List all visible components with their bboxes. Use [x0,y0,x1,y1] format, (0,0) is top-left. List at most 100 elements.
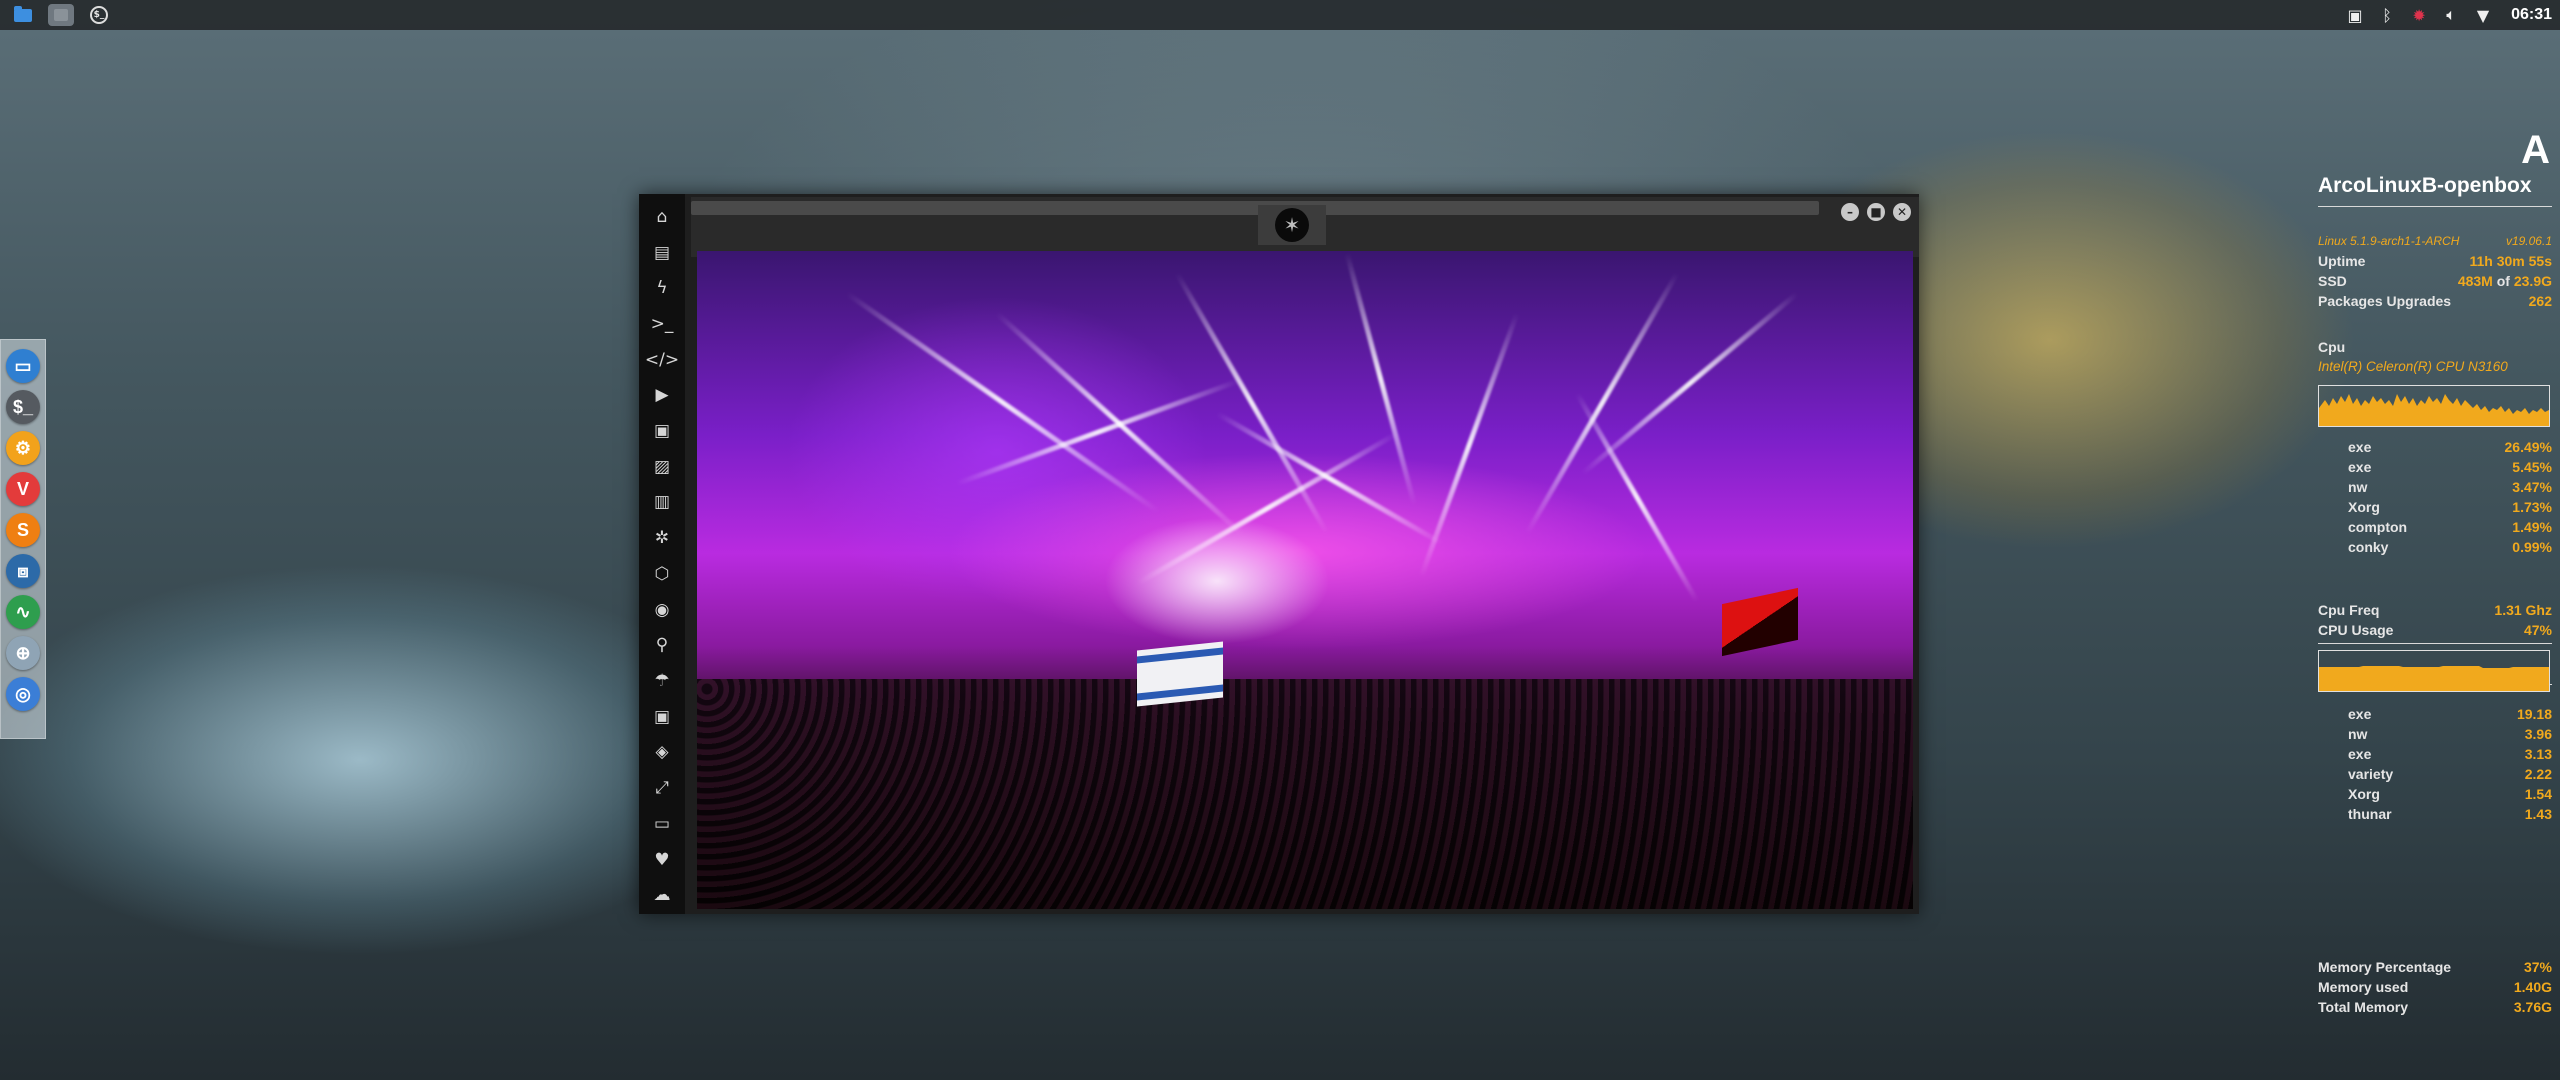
flag-image [1137,641,1223,707]
maximize-button[interactable]: ■ [1867,203,1885,221]
process-name: Xorg [2348,786,2380,802]
code-icon[interactable]: </> [645,343,679,377]
document-icon[interactable]: ▤ [647,236,677,270]
tag-icon[interactable]: ◈ [647,736,677,770]
process-value: 0.99% [2512,539,2552,555]
cpu-freq-row: Cpu Freq 1.31 Ghz [2318,602,2552,618]
memory-percentage-row: Memory Percentage 37% [2318,959,2552,975]
chromium-icon[interactable]: ◎ [6,677,40,711]
process-value: 2.22 [2524,766,2552,782]
memory-process-row: nw 3.96 [2318,726,2552,742]
kernel-row: Linux 5.1.9-arch1-1-ARCH v19.06.1 [2318,234,2552,248]
search-icon[interactable]: ⚲ [647,628,677,662]
network-icon[interactable]: ⊕ [6,636,40,670]
close-button[interactable]: ✕ [1893,203,1911,221]
globe-icon[interactable]: ◉ [647,593,677,627]
system-monitor-icon[interactable]: ∿ [6,595,40,629]
process-name: Xorg [2348,499,2380,515]
process-value: 3.13 [2524,746,2552,762]
process-name: variety [2348,766,2394,782]
hostname: ArcoLinuxB-openbox [2318,174,2532,197]
terminal-icon[interactable]: $_ [86,4,112,26]
memory-process-row: Xorg 1.54 [2318,786,2552,802]
minimize-button[interactable]: – [1841,203,1859,221]
process-name: exe [2348,439,2372,455]
process-name: nw [2348,479,2368,495]
settings-icon[interactable]: ✲ [647,521,677,555]
cpu-graph [2318,385,2550,427]
clock[interactable]: 06:31 [2511,6,2552,24]
file-manager-icon[interactable] [10,4,36,26]
terminal-icon[interactable]: $_ [6,390,40,424]
memory-used-row: Memory used 1.40G [2318,979,2552,995]
light-beam [1135,431,1399,586]
portrait-icon[interactable]: ▣ [647,700,677,734]
memory-process-row: exe 19.18 [2318,706,2552,722]
process-name: exe [2348,459,2372,475]
titlebar-track [691,201,1819,215]
ssd-row: SSD 483M of 23.9G [2318,273,2552,289]
divider [2318,206,2552,207]
process-name: exe [2348,746,2372,762]
home-icon[interactable]: ⌂ [647,200,677,234]
heart-icon[interactable]: ♥ [647,843,677,877]
system-tray: ▣ ᛒ ✹ 🔈︎ ▼ 06:31 [2345,5,2552,25]
process-name: thunar [2348,806,2392,822]
play-icon[interactable]: ▶ [647,379,677,413]
cpu-process-row: exe 26.49% [2318,439,2552,455]
terminal-icon[interactable]: >_ [647,307,677,341]
process-value: 1.49% [2512,519,2552,535]
memory-process-row: variety 2.22 [2318,766,2552,782]
settings-alert-icon[interactable]: ✹ [2409,6,2429,25]
wifi-icon[interactable]: ▼ [2473,6,2493,25]
expand-icon[interactable]: ⤢ [647,771,677,805]
volume-icon[interactable]: 🔈︎ [2441,5,2461,25]
process-name: compton [2348,519,2408,535]
process-value: 5.45% [2512,459,2552,475]
app-launcher-icon[interactable] [48,4,74,26]
image-icon[interactable]: ▨ [647,450,677,484]
flag-image [1722,587,1798,657]
screenshot-icon[interactable]: ▣ [2345,6,2365,25]
bluetooth-icon[interactable]: ᛒ [2377,6,2397,25]
process-name: nw [2348,726,2368,742]
umbrella-icon[interactable]: ☂ [647,664,677,698]
process-value: 3.47% [2512,479,2552,495]
process-name: exe [2348,706,2372,722]
arcolinux-logo-icon: A [2521,128,2550,172]
light-beam [1524,272,1680,535]
news-icon[interactable]: ▥ [647,486,677,520]
memory-graph [2318,650,2550,692]
cpu-name: Intel(R) Celeron(R) CPU N3160 [2318,359,2508,374]
app-window[interactable]: ⌂ ▤ ϟ >_ </> ▶ ▣ ▨ ▥ ✲ ⬡ ◉ ⚲ ☂ ▣ ◈ ⤢ ▭ ♥ ☁ ✶ – ■ ✕ [639,194,1919,914]
crowd-image [697,679,1913,909]
process-name: conky [2348,539,2389,555]
book-icon[interactable]: ▣ [647,414,677,448]
youtube-icon[interactable]: ▭ [647,807,677,841]
panel-launchers: $_ [10,4,112,26]
cpu-process-row: Xorg 1.73% [2318,499,2552,515]
bolt-icon[interactable]: ϟ [647,271,677,305]
process-value: 19.18 [2516,706,2552,722]
cloud-icon[interactable]: ☁ [647,878,677,912]
divider [2318,643,2552,644]
vivaldi-icon[interactable]: V [6,472,40,506]
window-titlebar[interactable]: ✶ – ■ ✕ [691,197,1919,257]
cpu-usage-row: CPU Usage 47% [2318,622,2552,638]
light-beam [1418,312,1520,578]
video-player[interactable] [697,251,1913,909]
rebel-logo-icon: ✶ [1258,205,1326,245]
sublime-icon[interactable]: S [6,513,40,547]
process-value: 1.54 [2524,786,2552,802]
light-beam [845,291,1160,514]
app-sidebar: ⌂ ▤ ϟ >_ </> ▶ ▣ ▨ ▥ ✲ ⬡ ◉ ⚲ ☂ ▣ ◈ ⤢ ▭ ♥ ☁ [639,194,685,914]
cpu-process-row: exe 5.45% [2318,459,2552,475]
process-value: 3.96 [2524,726,2552,742]
hexagon-icon[interactable]: ⬡ [647,557,677,591]
settings-icon[interactable]: ⚙ [6,431,40,465]
uptime-row: Uptime 11h 30m 55s [2318,253,2552,269]
file-manager-icon[interactable]: ▭ [6,349,40,383]
screenshot-icon[interactable]: ⧈ [6,554,40,588]
process-value: 1.43 [2524,806,2552,822]
memory-process-row: exe 3.13 [2318,746,2552,762]
